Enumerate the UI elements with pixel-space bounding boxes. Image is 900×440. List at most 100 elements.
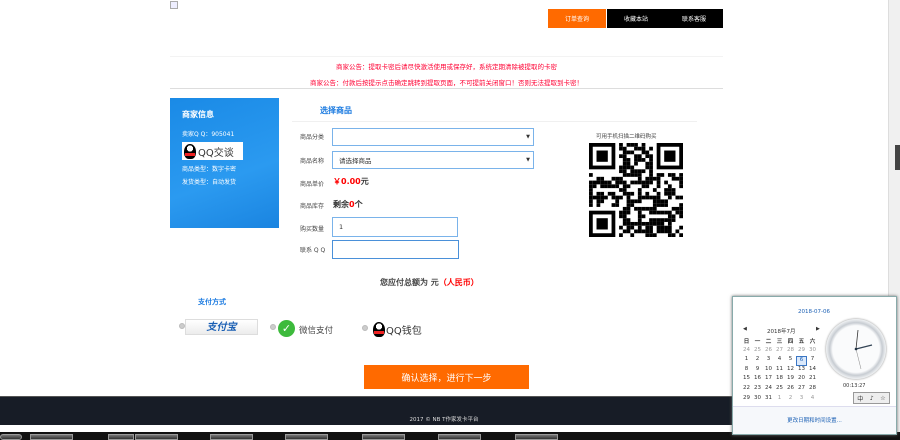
calendar-day[interactable]: 22 [741,385,752,395]
category-select[interactable]: ▼ [332,128,534,146]
shop-info-title: 商家信息 [182,110,214,119]
calendar-day[interactable]: 4 [807,395,818,405]
calendar-day[interactable]: 15 [741,375,752,385]
taskbar-item[interactable] [438,434,481,440]
quantity-input[interactable]: 1 [332,217,458,237]
calendar-day[interactable]: 27 [774,347,785,357]
calendar-day[interactable]: 1 [741,356,752,366]
footer-copyright: 2017 © NB T作家发卡平台 [409,417,479,423]
ime-bar[interactable]: 中 ♪ ☆ [853,392,890,404]
calendar-day[interactable]: 8 [741,366,752,376]
qqwallet-radio[interactable] [362,325,368,331]
calendar-day[interactable]: 30 [752,395,763,405]
calendar-day[interactable]: 21 [807,375,818,385]
calendar-day[interactable]: 14 [807,366,818,376]
payment-method-title: 支付方式 [198,298,226,306]
calendar-day[interactable]: 18 [774,375,785,385]
ime-settings[interactable]: ☆ [880,395,885,402]
qq-wallet-label[interactable]: QQ钱包 [386,322,422,337]
qq-chat-button[interactable]: QQ交谈 [182,142,243,160]
contact-qq-label: 联系 Q Q [300,247,326,254]
weekday-header: 四 [787,339,794,345]
seller-qq: 卖家Q Q：905041 [182,131,235,138]
calendar-date-link[interactable]: 2018-07-06 [798,309,830,315]
start-button[interactable] [0,434,22,440]
nav-order-query[interactable]: 订单查询 [548,9,606,28]
category-label: 商品分类 [300,134,325,141]
qr-code-image [589,143,683,237]
taskbar-item[interactable] [285,434,328,440]
calendar-day[interactable]: 26 [785,385,796,395]
calendar-day[interactable]: 6 [796,356,807,366]
calendar-day[interactable]: 26 [763,347,774,357]
calendar-day[interactable]: 3 [796,395,807,405]
stock-label: 商品库存 [300,203,325,210]
select-goods-title: 选择商品 [320,106,352,115]
calendar-day[interactable]: 28 [807,385,818,395]
calendar-day[interactable]: 10 [763,366,774,376]
calendar-day[interactable]: 11 [774,366,785,376]
calendar-day[interactable]: 25 [774,385,785,395]
calendar-day[interactable]: 24 [741,347,752,357]
contact-qq-input[interactable] [332,240,459,259]
taskbar-item[interactable] [135,434,178,440]
digital-time: 00:13:27 [843,383,866,389]
calendar-day[interactable]: 28 [785,347,796,357]
weekday-header: 五 [798,339,805,345]
calendar-day[interactable]: 25 [752,347,763,357]
calendar-day[interactable]: 1 [774,395,785,405]
calendar-day[interactable]: 20 [796,375,807,385]
weekday-header: 六 [809,339,816,345]
calendar-day[interactable]: 12 [785,366,796,376]
wechat-icon: ✓ [278,320,295,337]
change-datetime-settings-link[interactable]: 更改日期和时间设置... [787,418,842,424]
calendar-day[interactable]: 30 [807,347,818,357]
shop-info-panel: 商家信息 卖家Q Q：905041 QQ交谈 商品类型：数字卡密 发货类型：自动… [170,98,279,228]
notice-panel: 商家公告：提取卡密后请尽快激活使用或保存好，系统定期清除被提取的卡密 商家公告：… [170,56,723,89]
calendar-day[interactable]: 4 [774,356,785,366]
calendar-day[interactable]: 17 [763,375,774,385]
next-month-icon[interactable]: ▶ [816,326,820,332]
ime-chinese[interactable]: 中 [857,394,863,403]
notice-2: 商家公告：付款后按提示点击确定跳转到提取页面，不可提前关闭窗口！否则无法提取到卡… [310,79,583,87]
calendar-day[interactable]: 5 [785,356,796,366]
weekday-header: 三 [776,339,783,345]
total-amount: 您应付总额为 元（人民币） [380,278,479,287]
nav-bookmark[interactable]: 收藏本站 [607,9,665,28]
calendar-day[interactable]: 24 [763,385,774,395]
prev-month-icon[interactable]: ◀ [743,326,747,332]
wechat-pay-label[interactable]: 微信支付 [299,324,333,336]
quantity-label: 购买数量 [300,226,325,233]
alipay-logo[interactable]: 支付宝 [185,319,258,335]
calendar-day[interactable]: 19 [785,375,796,385]
calendar-day[interactable]: 9 [752,366,763,376]
ime-punct[interactable]: ♪ [870,395,874,402]
taskbar-item[interactable] [30,434,73,440]
calendar-day[interactable]: 2 [752,356,763,366]
calendar-day[interactable]: 29 [741,395,752,405]
taskbar-item[interactable] [362,434,405,440]
calendar-day[interactable]: 16 [752,375,763,385]
chevron-down-icon: ▼ [526,134,530,140]
taskbar-item[interactable] [108,434,134,440]
taskbar-item[interactable] [515,434,558,440]
scrollbar-thumb[interactable] [895,145,900,170]
calendar-day[interactable]: 3 [763,356,774,366]
calendar-day[interactable]: 27 [796,385,807,395]
goods-name-select[interactable]: 请选择商品 ▼ [332,151,534,169]
calendar-day[interactable]: 13 [796,366,807,376]
calendar-day[interactable]: 31 [763,395,774,405]
nav-contact-service[interactable]: 联系客服 [665,9,723,28]
calendar-day[interactable]: 29 [796,347,807,357]
confirm-next-button[interactable]: 确认选择，进行下一步 [364,365,529,389]
calendar-month[interactable]: 2018年7月 [767,327,796,335]
price-value: ￥0.00元 [333,177,369,186]
goods-type: 商品类型：数字卡密 [182,166,237,173]
calendar-day[interactable]: 7 [807,356,818,366]
qq-penguin-icon [184,143,196,159]
divider [292,121,697,122]
calendar-day[interactable]: 2 [785,395,796,405]
taskbar-item[interactable] [210,434,253,440]
wechat-radio[interactable] [270,324,276,330]
calendar-day[interactable]: 23 [752,385,763,395]
